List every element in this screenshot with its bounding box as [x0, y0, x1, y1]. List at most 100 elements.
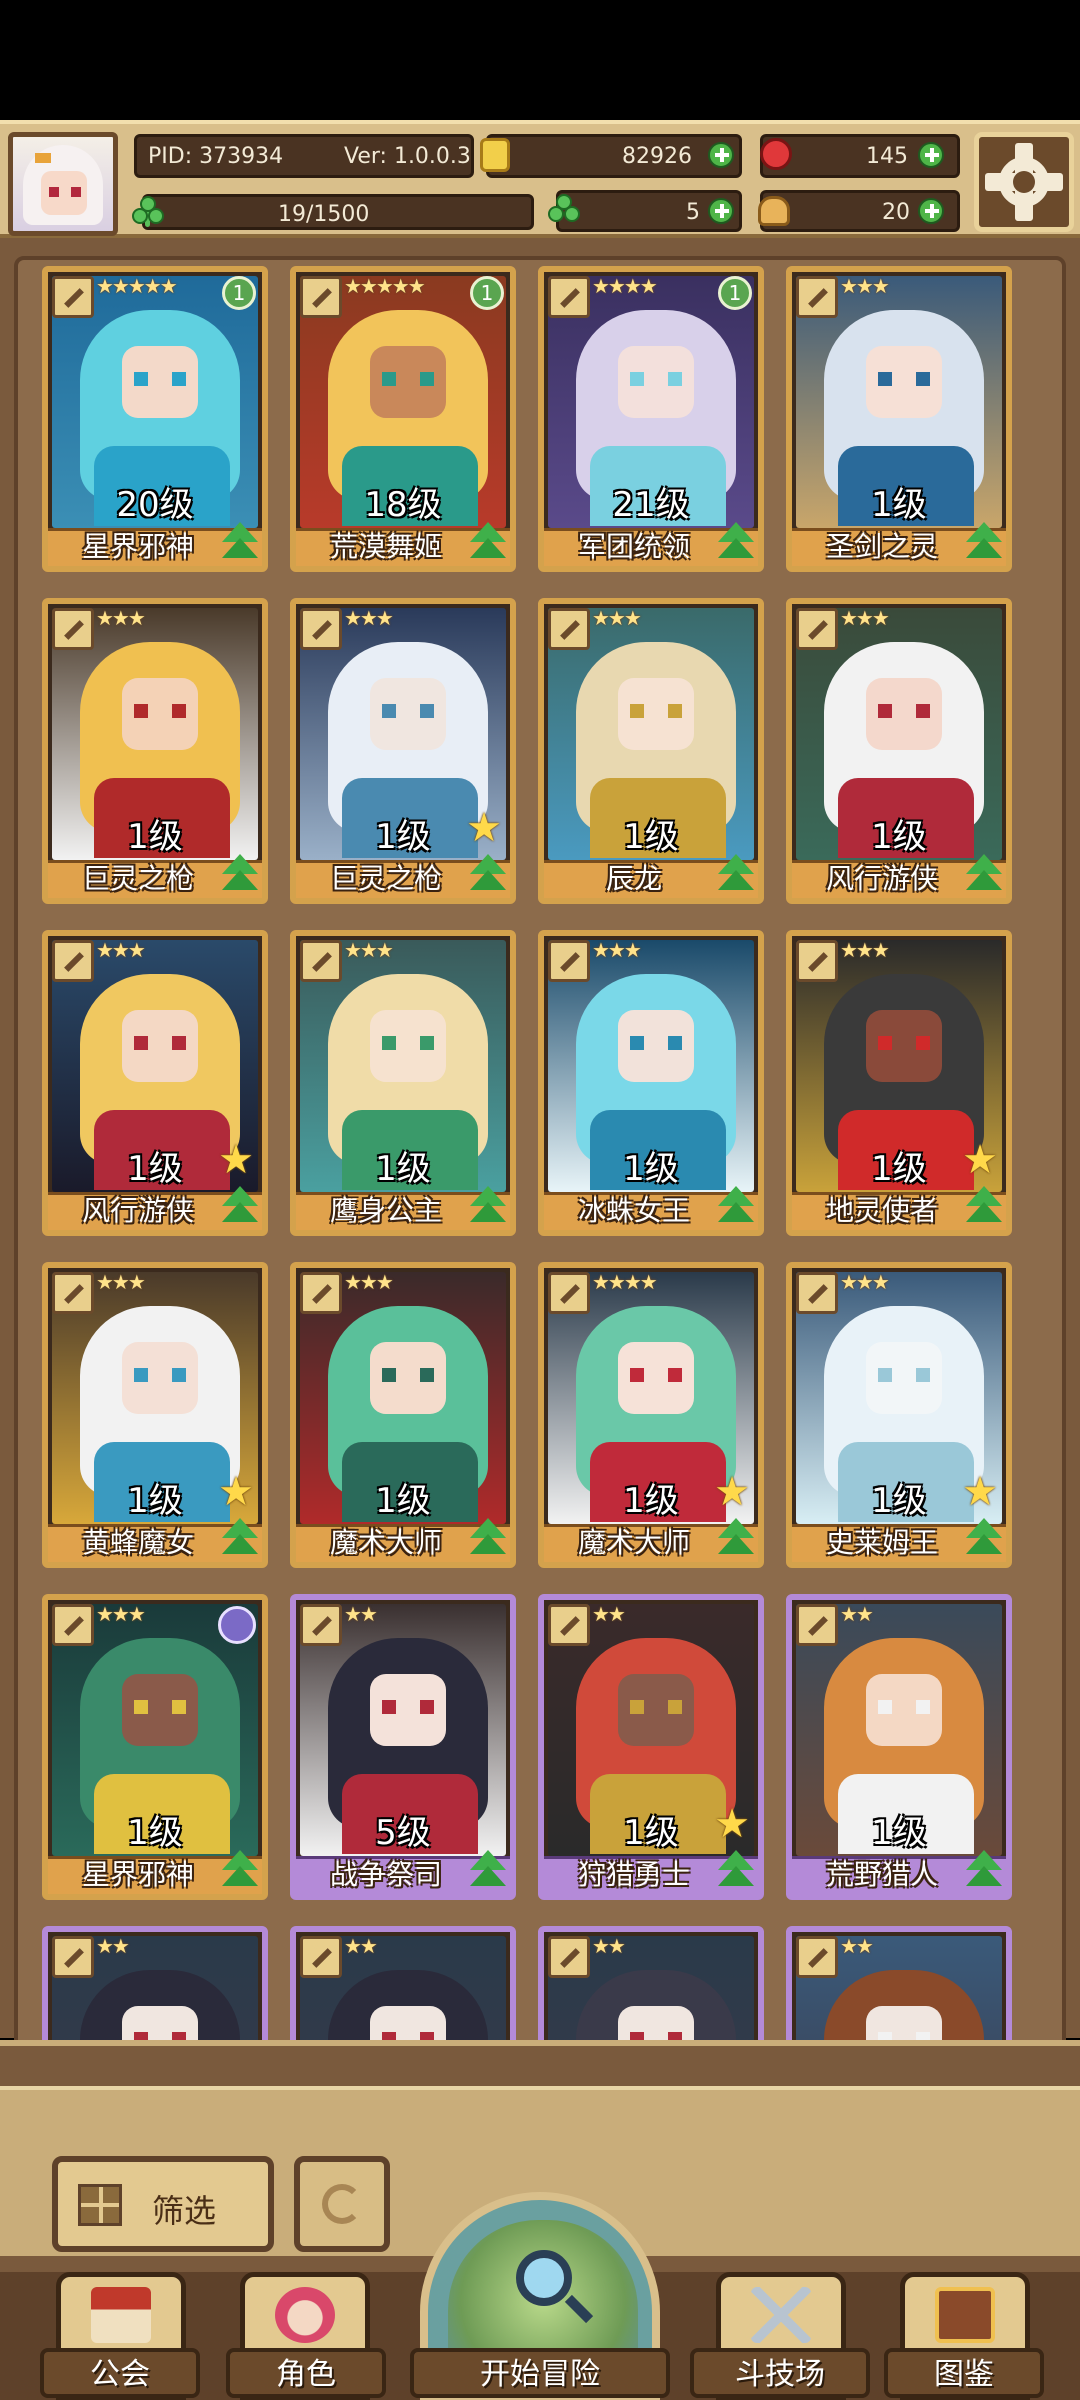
add-clover-button[interactable]	[708, 198, 734, 224]
star-rating: ★★★	[344, 1270, 394, 1294]
upgrade-arrow-icon[interactable]	[220, 854, 260, 898]
character-level: 1级	[127, 1813, 183, 1853]
character-card[interactable]: ★★★ 1级 星界邪神	[42, 1594, 268, 1900]
character-name: 风行游侠	[825, 862, 938, 895]
filter-label: 筛选	[152, 2192, 217, 2230]
weapon-class-icon	[548, 940, 590, 982]
weapon-class-icon	[548, 1272, 590, 1314]
orb-icon	[218, 1606, 256, 1644]
name-bar: 辰龙	[544, 854, 758, 898]
star-rating: ★★★	[96, 1270, 146, 1294]
upgrade-arrow-icon[interactable]	[220, 1850, 260, 1894]
character-level: 1级	[623, 817, 679, 857]
upgrade-arrow-icon[interactable]	[468, 854, 508, 898]
weapon-class-icon	[548, 1604, 590, 1646]
character-card[interactable]: ★★★★ 1 21级 军团统领	[538, 266, 764, 572]
upgrade-arrow-icon[interactable]	[716, 522, 756, 566]
character-card[interactable]: ★★ ★ 1级 狩猎勇士	[538, 1594, 764, 1900]
character-level: 1级	[623, 1149, 679, 1189]
filter-button[interactable]: 筛选	[52, 2156, 274, 2252]
upgrade-arrow-icon[interactable]	[716, 854, 756, 898]
game-version: Ver: 1.0.0.3	[344, 144, 471, 169]
character-card[interactable]: ★★★ 1级 冰蛛女王	[538, 930, 764, 1236]
star-rating: ★★★★★	[344, 274, 426, 298]
upgrade-arrow-icon[interactable]	[964, 1518, 1004, 1562]
upgrade-arrow-icon[interactable]	[220, 522, 260, 566]
star-rating: ★★★★	[592, 1270, 658, 1294]
weapon-class-icon	[796, 1936, 838, 1978]
energy-amount: 19/1500	[278, 202, 370, 227]
name-bar: 星界邪神	[48, 1850, 262, 1894]
character-card[interactable]: ★★★ ★ 1级 风行游侠	[42, 930, 268, 1236]
character-card[interactable]: ★★★★ ★ 1级 魔术大师	[538, 1262, 764, 1568]
star-rating: ★★★	[840, 274, 890, 298]
character-level: 1级	[623, 1481, 679, 1521]
star-rating: ★★★	[96, 606, 146, 630]
character-card[interactable]: ★★ 1级 荒野猎人	[786, 1594, 1012, 1900]
star-rating: ★★	[592, 1602, 626, 1626]
character-card[interactable]: ★★★ 1级 鹰身公主	[290, 930, 516, 1236]
character-name: 风行游侠	[81, 1194, 194, 1227]
character-card[interactable]: ★★ 5级 战争祭司	[290, 1594, 516, 1900]
star-rating: ★★★★★	[96, 274, 178, 298]
name-bar: 军团统领	[544, 522, 758, 566]
character-grid: ★★★★★ 1 20级 星界邪神 ★★★★★ 1 18级 荒漠舞姬 ★★★★ 1…	[14, 256, 1066, 2232]
character-card[interactable]: ★★★ ★ 1级 地灵使者	[786, 930, 1012, 1236]
upgrade-arrow-icon[interactable]	[964, 854, 1004, 898]
clover-amount: 5	[686, 200, 700, 225]
upgrade-arrow-icon[interactable]	[220, 1518, 260, 1562]
upgrade-arrow-icon[interactable]	[468, 1186, 508, 1230]
add-food-button[interactable]	[918, 198, 944, 224]
star-rating: ★★★★	[592, 274, 658, 298]
upgrade-arrow-icon[interactable]	[964, 1186, 1004, 1230]
player-id: PID: 373934	[148, 144, 284, 169]
character-card[interactable]: ★★★ ★ 1级 史莱姆王	[786, 1262, 1012, 1568]
character-card[interactable]: ★★★ ★ 1级 巨灵之枪	[290, 598, 516, 904]
name-bar: 冰蛛女王	[544, 1186, 758, 1230]
upgrade-arrow-icon[interactable]	[964, 522, 1004, 566]
name-bar: 黄蜂魔女	[48, 1518, 262, 1562]
character-level: 1级	[871, 485, 927, 525]
weapon-class-icon	[548, 276, 590, 318]
star-rating: ★★★	[592, 938, 642, 962]
character-card[interactable]: ★★★ 1级 风行游侠	[786, 598, 1012, 904]
character-level: 1级	[375, 1149, 431, 1189]
crossed-swords-icon	[751, 2287, 811, 2343]
gold-panel	[486, 134, 742, 178]
upgrade-arrow-icon[interactable]	[716, 1518, 756, 1562]
upgrade-arrow-icon[interactable]	[468, 1850, 508, 1894]
star-rating: ★★★	[344, 938, 394, 962]
settings-button[interactable]	[974, 132, 1074, 232]
character-name: 军团统领	[577, 530, 690, 563]
character-card[interactable]: ★★★ 1级 辰龙	[538, 598, 764, 904]
star-rating: ★★	[344, 1934, 378, 1958]
add-gold-button[interactable]	[708, 142, 734, 168]
character-name: 圣剑之灵	[825, 530, 938, 563]
character-card[interactable]: ★★★ 1级 魔术大师	[290, 1262, 516, 1568]
upgrade-arrow-icon[interactable]	[716, 1850, 756, 1894]
character-card[interactable]: ★★★★★ 1 20级 星界邪神	[42, 266, 268, 572]
upgrade-arrow-icon[interactable]	[220, 1186, 260, 1230]
bottom-area: 筛选 公会 角色 开始冒险 斗技场 图鉴	[0, 2040, 1080, 2400]
character-board: ★★★★★ 1 20级 星界邪神 ★★★★★ 1 18级 荒漠舞姬 ★★★★ 1…	[0, 238, 1080, 2232]
character-name: 冰蛛女王	[577, 1194, 690, 1227]
upgrade-arrow-icon[interactable]	[964, 1850, 1004, 1894]
character-card[interactable]: ★★★ 1级 圣剑之灵	[786, 266, 1012, 572]
character-card[interactable]: ★★★★★ 1 18级 荒漠舞姬	[290, 266, 516, 572]
weapon-class-icon	[300, 1604, 342, 1646]
character-card[interactable]: ★★★ 1级 巨灵之枪	[42, 598, 268, 904]
character-level: 1级	[871, 1813, 927, 1853]
star-rating: ★★	[96, 1934, 130, 1958]
upgrade-arrow-icon[interactable]	[468, 1518, 508, 1562]
add-gem-button[interactable]	[918, 142, 944, 168]
refresh-button[interactable]	[294, 2156, 390, 2252]
upgrade-arrow-icon[interactable]	[468, 522, 508, 566]
character-level: 18级	[364, 485, 442, 525]
weapon-class-icon	[796, 608, 838, 650]
character-level: 1级	[127, 1481, 183, 1521]
player-avatar[interactable]	[8, 132, 118, 236]
weapon-class-icon	[52, 1936, 94, 1978]
character-card[interactable]: ★★★ ★ 1级 黄蜂魔女	[42, 1262, 268, 1568]
weapon-class-icon	[796, 1604, 838, 1646]
upgrade-arrow-icon[interactable]	[716, 1186, 756, 1230]
